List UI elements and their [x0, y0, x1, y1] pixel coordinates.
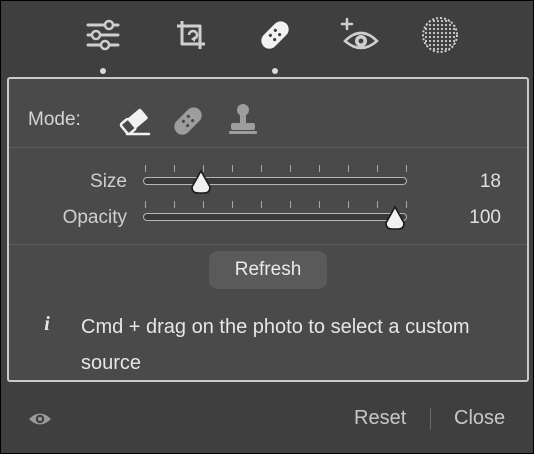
close-button[interactable]: Close — [454, 407, 505, 430]
opacity-ticks — [145, 201, 407, 209]
refresh-button[interactable]: Refresh — [209, 251, 327, 289]
footer: Reset Close — [1, 385, 533, 453]
info-text: Cmd + drag on the photo to select a cust… — [81, 316, 470, 374]
heal-tool-window: Mode: Size 18 Opacity 100 Refresh i Cmd … — [1, 1, 533, 453]
size-ticks — [145, 165, 407, 173]
red-eye-icon[interactable] — [339, 15, 379, 55]
active-dot — [272, 68, 278, 74]
opacity-slider[interactable] — [143, 213, 407, 221]
eraser-icon[interactable] — [115, 99, 153, 139]
mode-label: Mode: — [28, 109, 81, 130]
info-icon: i — [44, 313, 50, 335]
size-label: Size — [90, 171, 127, 192]
opacity-slider-thumb[interactable] — [384, 205, 406, 231]
clone-stamp-icon[interactable] — [224, 99, 262, 139]
size-value: 18 — [479, 171, 501, 192]
crop-rotate-icon[interactable] — [171, 15, 211, 55]
opacity-value: 100 — [469, 207, 501, 228]
mode-row: Mode: — [9, 79, 527, 147]
size-slider-thumb[interactable] — [190, 169, 212, 195]
divider — [9, 147, 527, 148]
masking-icon[interactable] — [420, 15, 460, 55]
sliders-icon[interactable] — [83, 15, 123, 55]
bandage-icon[interactable] — [255, 15, 295, 55]
footer-separator — [430, 408, 431, 430]
size-slider[interactable] — [143, 177, 407, 185]
divider — [9, 244, 527, 245]
heal-panel: Mode: Size 18 Opacity 100 Refresh i Cmd … — [7, 77, 529, 382]
heal-bandage-icon[interactable] — [169, 99, 207, 139]
edit-toolbar — [1, 1, 533, 77]
active-dot — [100, 68, 106, 74]
eye-icon[interactable] — [27, 409, 53, 429]
opacity-label: Opacity — [62, 207, 127, 228]
reset-button[interactable]: Reset — [354, 407, 406, 430]
